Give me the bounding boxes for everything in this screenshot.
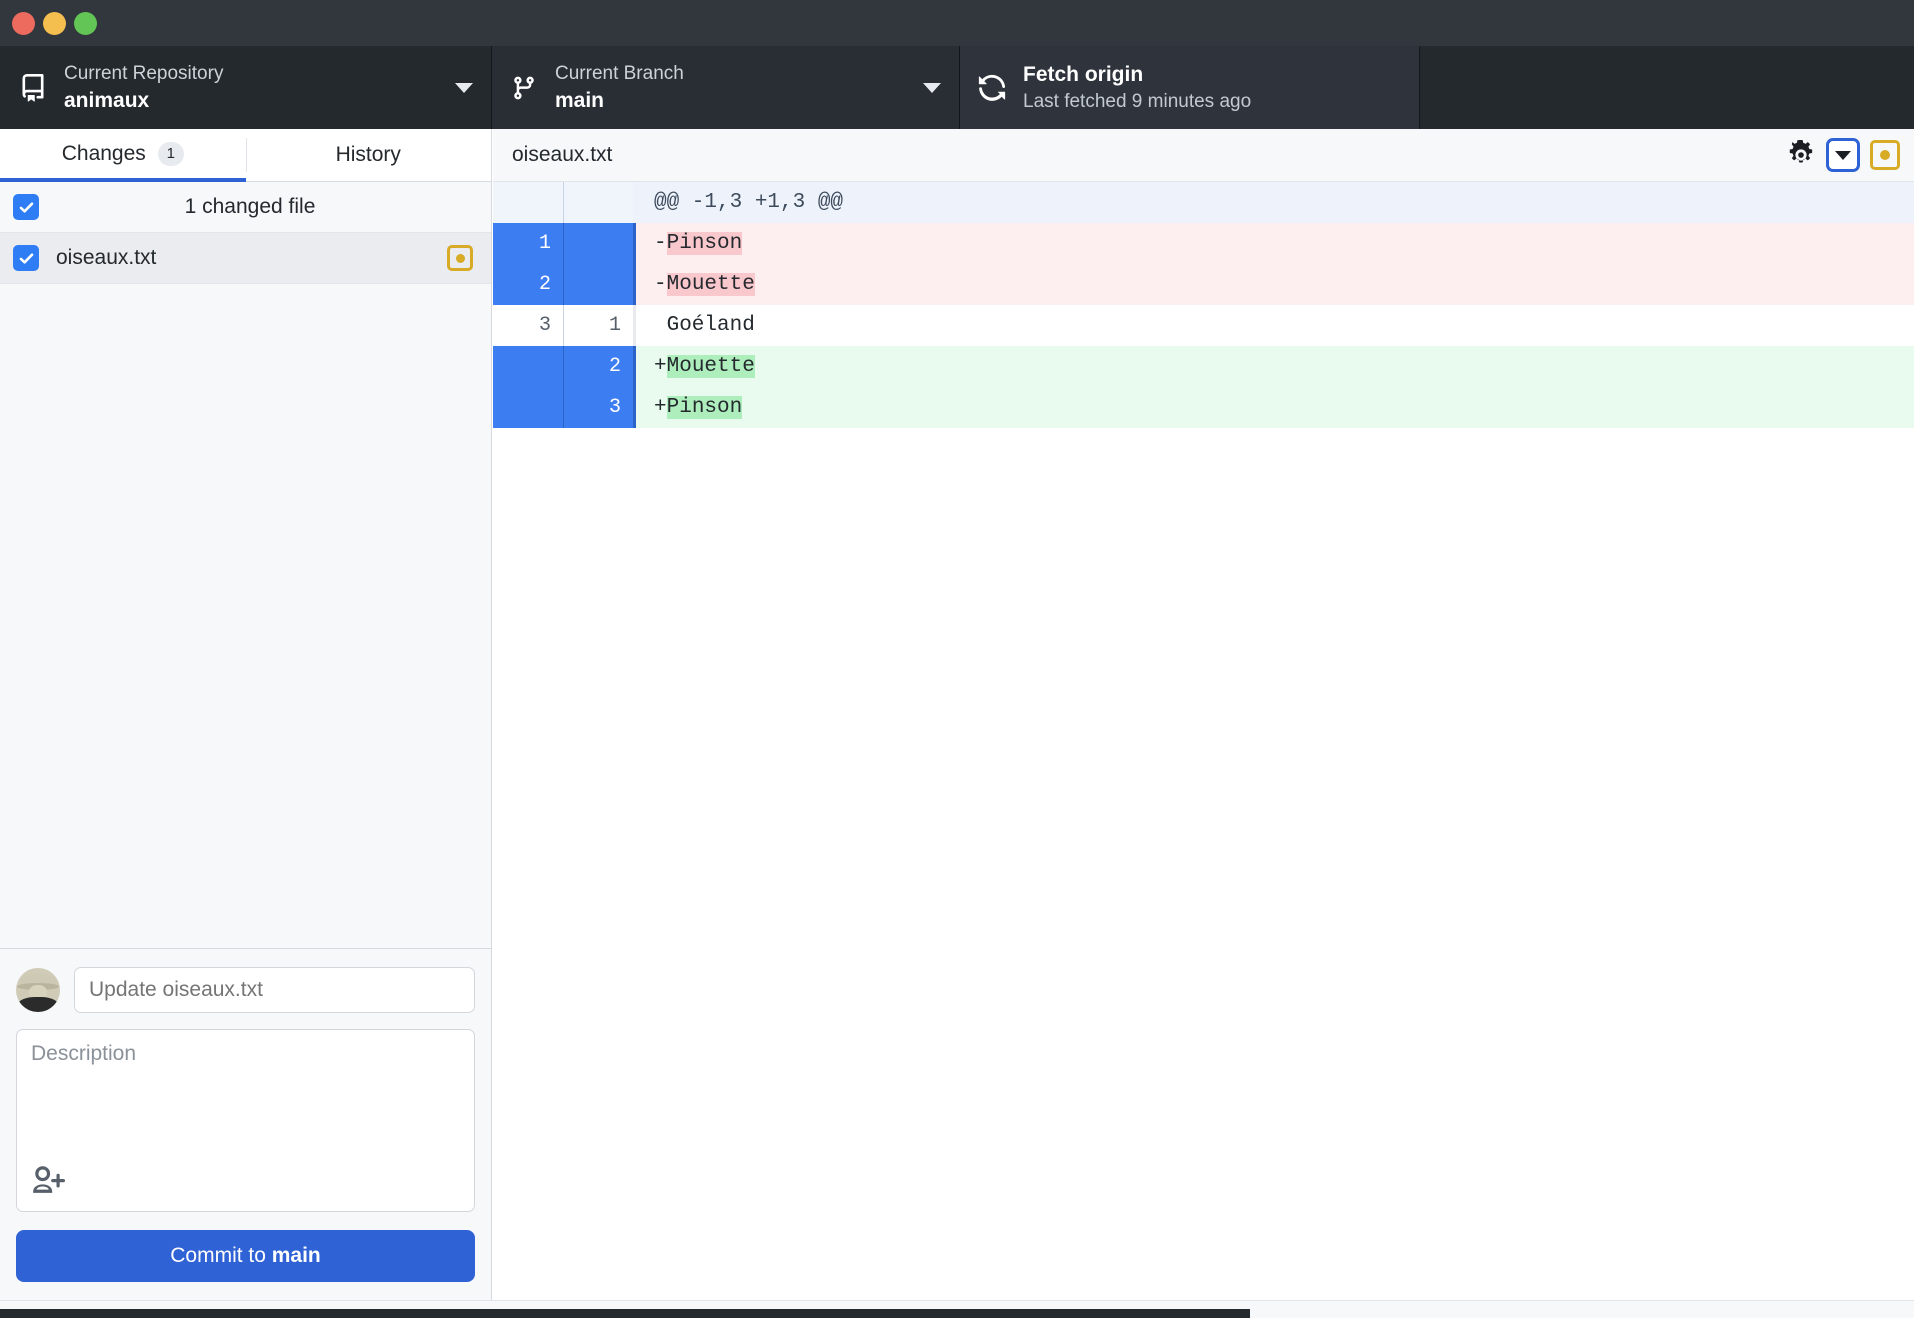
close-button[interactable] [12, 11, 35, 35]
changed-files-header: 1 changed file [0, 182, 491, 233]
github-desktop-window: Current Repository animaux Current Branc… [0, 0, 1914, 1318]
changed-files-count: 1 changed file [184, 195, 316, 218]
commit-form: Description Commit to main [0, 948, 491, 1300]
fetch-origin-title: Fetch origin [1023, 62, 1144, 86]
commit-summary-input[interactable] [74, 967, 475, 1013]
diff-new-line-number[interactable]: 1 [563, 305, 633, 346]
window-bottom-edge [0, 1300, 1914, 1318]
main-toolbar: Current Repository animaux Current Branc… [0, 46, 1914, 129]
diff-header: oiseaux.txt [493, 129, 1914, 182]
file-checkbox[interactable] [13, 245, 39, 271]
commit-button-prefix: Commit to [170, 1244, 272, 1267]
tab-changes-badge: 1 [157, 141, 184, 166]
diff-panel: oiseaux.txt @@ -1,3 +1,3 @@ 1 -Pinson 2 … [493, 129, 1914, 1300]
avatar [16, 968, 60, 1012]
commit-button-branch: main [271, 1244, 321, 1267]
gear-icon[interactable] [1786, 140, 1816, 170]
diff-old-line-number[interactable]: 1 [493, 223, 563, 264]
diff-line-addition[interactable]: 3 +Pinson [493, 387, 1914, 428]
diff-old-line-number [493, 182, 563, 223]
current-repository-value: animaux [64, 88, 150, 112]
modified-status-icon [1870, 140, 1900, 170]
tab-changes[interactable]: Changes 1 [0, 129, 246, 182]
toolbar-filler [1419, 46, 1914, 129]
diff-old-line-number[interactable] [493, 387, 563, 428]
diff-header-actions [1786, 138, 1900, 172]
current-branch-button[interactable]: Current Branch main [491, 46, 959, 129]
diff-new-line-number[interactable]: 2 [563, 346, 633, 387]
add-person-icon[interactable] [31, 1162, 65, 1201]
fetch-origin-subtitle: Last fetched 9 minutes ago [1023, 90, 1252, 112]
diff-content: @@ -1,3 +1,3 @@ 1 -Pinson 2 -Mouette 3 1… [493, 182, 1914, 1300]
commit-description-placeholder: Description [31, 1042, 137, 1065]
list-item[interactable]: oiseaux.txt [0, 233, 491, 283]
background-window-edge [0, 1309, 1250, 1318]
commit-button[interactable]: Commit to main [16, 1230, 475, 1282]
sidebar: Changes 1 History 1 changed file oiseaux… [0, 129, 492, 1300]
diff-old-line-number[interactable] [493, 346, 563, 387]
diff-line-text: +Mouette [633, 346, 1914, 387]
diff-line-text: @@ -1,3 +1,3 @@ [633, 182, 1914, 223]
diff-line-addition[interactable]: 2 +Mouette [493, 346, 1914, 387]
branch-chevron-down-icon [923, 82, 941, 93]
diff-line-token: Mouette [666, 273, 755, 296]
diff-line-deletion[interactable]: 2 -Mouette [493, 264, 1914, 305]
diff-file-title: oiseaux.txt [512, 143, 613, 166]
diff-line-text: +Pinson [633, 387, 1914, 428]
commit-description-field[interactable]: Description [16, 1029, 475, 1212]
diff-line-text: Goéland [633, 305, 1914, 346]
diff-new-line-number[interactable] [563, 264, 633, 305]
current-repository-label: Current Repository [64, 62, 224, 84]
file-list-empty-space [0, 283, 491, 948]
commit-summary-row [16, 967, 475, 1013]
diff-new-line-number[interactable] [563, 223, 633, 264]
diff-old-line-number[interactable]: 3 [493, 305, 563, 346]
sidebar-tabs: Changes 1 History [0, 129, 491, 182]
diff-new-line-number [563, 182, 633, 223]
fetch-origin-button[interactable]: Fetch origin Last fetched 9 minutes ago [959, 46, 1419, 129]
zoom-button[interactable] [74, 11, 97, 35]
diff-old-line-number[interactable]: 2 [493, 264, 563, 305]
tab-history[interactable]: History [245, 129, 491, 182]
branch-icon [509, 73, 539, 103]
repository-chevron-down-icon [455, 82, 473, 93]
diff-new-line-number[interactable]: 3 [563, 387, 633, 428]
current-branch-label: Current Branch [555, 62, 684, 84]
chevron-down-icon[interactable] [1826, 138, 1860, 172]
diff-line-token: Pinson [666, 232, 743, 255]
modified-status-icon [447, 245, 473, 271]
tab-changes-label: Changes [61, 141, 146, 165]
diff-line-text: -Mouette [633, 264, 1914, 305]
diff-line-hunk: @@ -1,3 +1,3 @@ [493, 182, 1914, 223]
repo-icon [18, 73, 48, 103]
current-repository-button[interactable]: Current Repository animaux [0, 46, 491, 129]
diff-line-token: Pinson [666, 396, 743, 419]
tab-history-label: History [335, 143, 401, 166]
title-bar [0, 0, 1914, 46]
file-name: oiseaux.txt [56, 246, 157, 269]
minimize-button[interactable] [43, 11, 66, 35]
current-branch-value: main [555, 88, 605, 112]
diff-line-text: -Pinson [633, 223, 1914, 264]
diff-line-deletion[interactable]: 1 -Pinson [493, 223, 1914, 264]
diff-line-token: Mouette [666, 355, 755, 378]
diff-line-context[interactable]: 3 1 Goéland [493, 305, 1914, 346]
select-all-checkbox[interactable] [13, 194, 39, 220]
sync-icon [977, 73, 1007, 103]
